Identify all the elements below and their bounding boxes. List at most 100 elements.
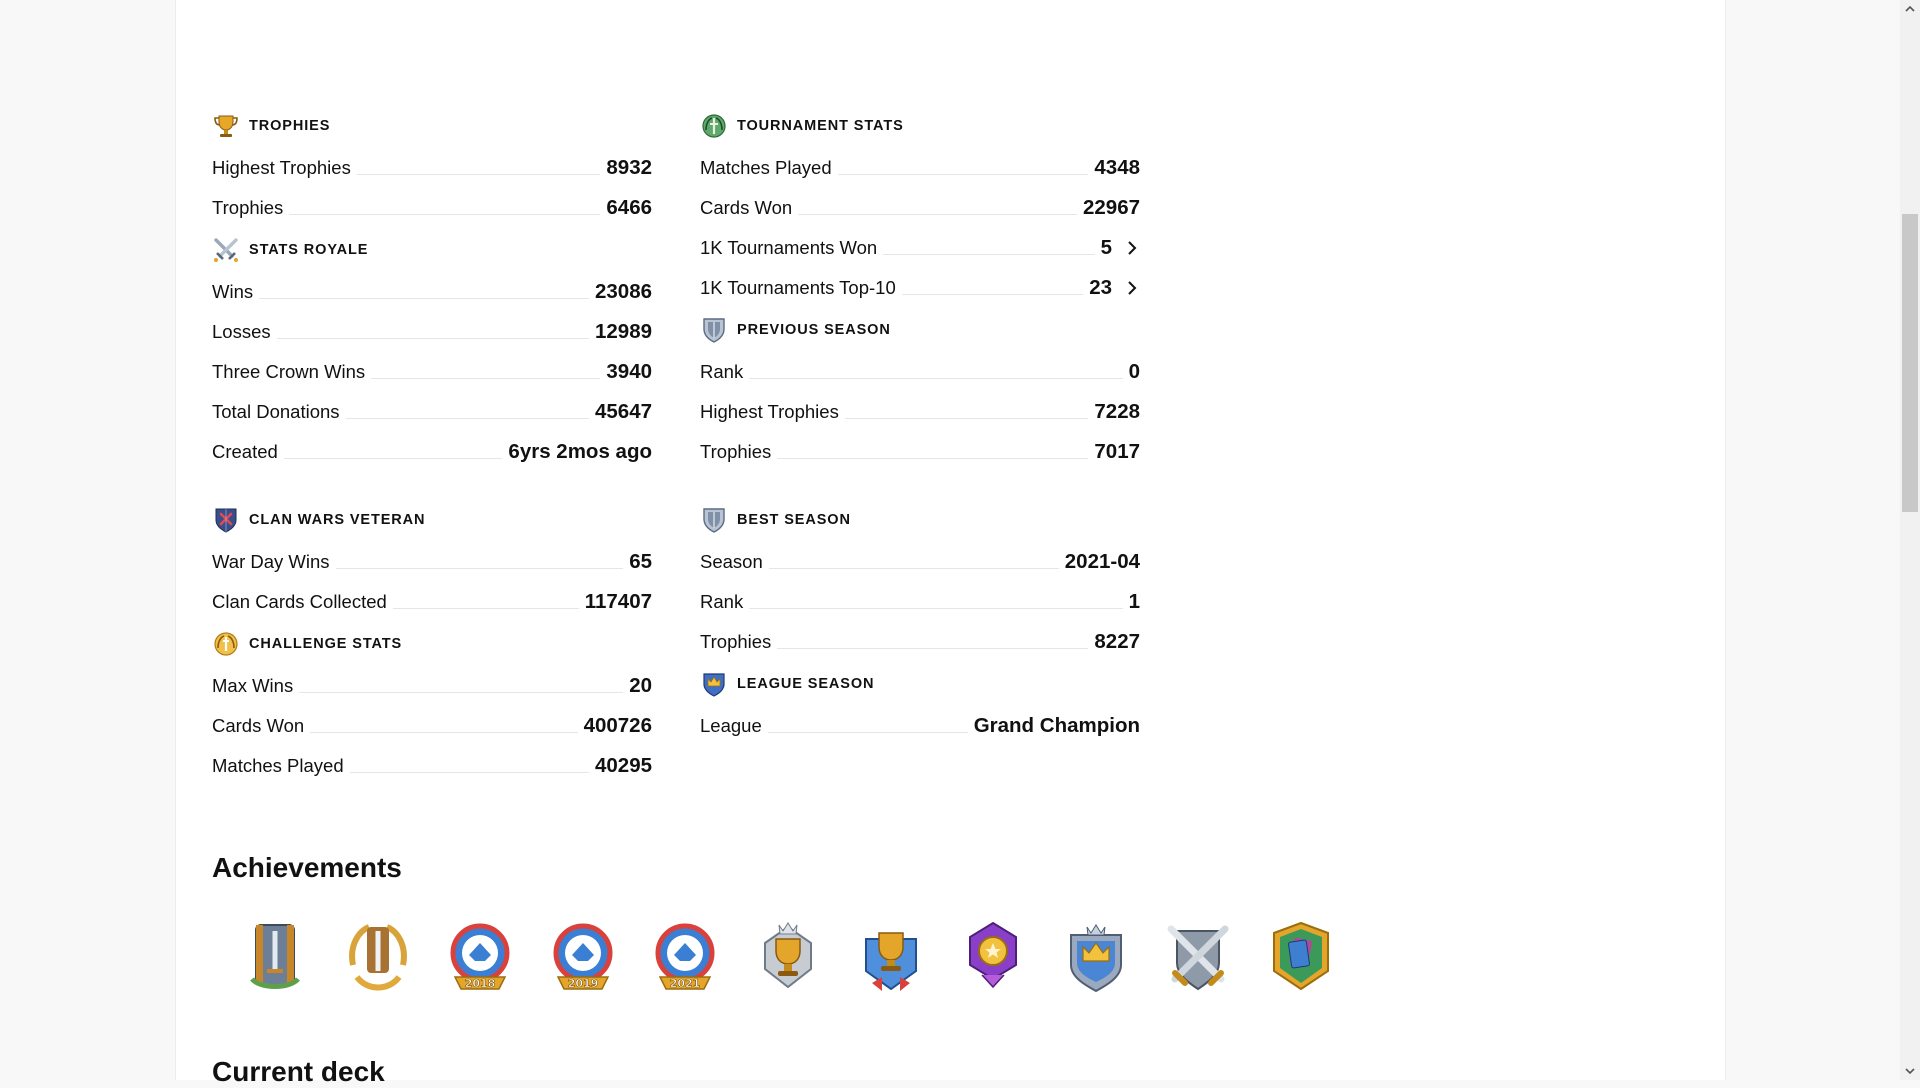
stat-value: 400726 xyxy=(583,714,652,737)
league-season-section: League Season League Grand Champion xyxy=(700,670,1140,744)
sword-laurel-gold-icon[interactable] xyxy=(339,917,417,997)
page-scrollbar[interactable] xyxy=(1900,0,1920,1080)
cards-gold-frame-icon[interactable] xyxy=(1262,917,1340,997)
stat-row-wins: Wins 23086 xyxy=(212,270,652,310)
stat-row-trophies: Trophies 6466 xyxy=(212,186,652,226)
leader-line xyxy=(767,732,968,733)
scroll-up-arrow-icon[interactable] xyxy=(1904,3,1916,15)
section-header: Trophies xyxy=(212,112,652,140)
challenge-laurel-icon xyxy=(212,630,240,658)
trophy-crown-silver-icon[interactable] xyxy=(749,917,827,997)
stat-row-three-crown-wins: Three Crown Wins 3940 xyxy=(212,350,652,390)
stat-row-clan-cards-collected: Clan Cards Collected 117407 xyxy=(212,580,652,620)
stat-label: War Day Wins xyxy=(212,551,330,572)
leader-line xyxy=(844,418,1089,419)
leader-line xyxy=(837,174,1089,175)
stat-value: 1 xyxy=(1128,590,1140,613)
section-header: League Season xyxy=(700,670,1140,698)
stat-row-cards-won: Cards Won 400726 xyxy=(212,704,652,744)
crl-badge-icon[interactable]: 2019 xyxy=(544,917,622,997)
stat-label: Matches Played xyxy=(212,755,344,776)
stat-value: 3940 xyxy=(606,360,652,383)
stat-label: Highest Trophies xyxy=(212,157,351,178)
section-header: Clan Wars Veteran xyxy=(212,506,652,534)
stat-label: Matches Played xyxy=(700,157,832,178)
stat-label: Losses xyxy=(212,321,271,342)
stat-value: 20 xyxy=(629,674,652,697)
challenge-stats-section: Challenge Stats Max Wins 20 Cards Won 400726… xyxy=(212,630,652,784)
stat-row-max-wins: Max Wins 20 xyxy=(212,664,652,704)
stats-royale-section: Stats Royale Wins 23086 Losses 12989 Three Cr… xyxy=(212,236,652,470)
current-deck-title: Current deck xyxy=(212,1056,385,1087)
stat-row-war-day-wins: War Day Wins 65 xyxy=(212,540,652,580)
stat-label: Clan Cards Collected xyxy=(212,591,387,612)
leader-line xyxy=(335,568,624,569)
stat-value: 8227 xyxy=(1094,630,1140,653)
stat-value[interactable]: 23 xyxy=(1089,276,1112,306)
stat-value: Grand Champion xyxy=(973,714,1140,737)
leader-line xyxy=(310,732,578,733)
season-shield-icon xyxy=(700,316,728,344)
tournament-laurel-icon xyxy=(700,112,728,140)
king-crown-shield-icon[interactable] xyxy=(1057,917,1135,997)
medal-purple-icon[interactable] xyxy=(954,917,1032,997)
profile-content-panel: Trophies Highest Trophies 8932 Trophies 6466… xyxy=(175,0,1726,1087)
sword-banner-green-icon[interactable] xyxy=(236,917,314,997)
trophy-blue-ribbon-icon[interactable] xyxy=(852,917,930,997)
stat-value: 7228 xyxy=(1094,400,1140,423)
section-title: Tournament Stats xyxy=(737,118,904,134)
stat-row-1k-tournaments-top-10[interactable]: 1K Tournaments Top-10 23 xyxy=(700,266,1140,306)
section-header: Challenge Stats xyxy=(212,630,652,658)
leader-line xyxy=(349,772,589,773)
stat-label: Wins xyxy=(212,281,254,302)
stat-value: 40295 xyxy=(594,754,652,777)
stat-value: 45647 xyxy=(594,400,652,423)
stat-label: Trophies xyxy=(212,197,284,218)
stat-value: 65 xyxy=(629,550,652,573)
stat-label: 1K Tournaments Top-10 xyxy=(700,277,896,298)
trophy-icon xyxy=(212,112,240,140)
crossed-swords-icon xyxy=(212,236,240,264)
leader-line xyxy=(777,648,1089,649)
stat-label: Rank xyxy=(700,361,744,382)
stat-value: 23086 xyxy=(594,280,652,303)
stat-row-season: Season 2021-04 xyxy=(700,540,1140,580)
stat-value: 12989 xyxy=(594,320,652,343)
scroll-thumb[interactable] xyxy=(1902,214,1918,512)
stat-row-highest-trophies: Highest Trophies 7228 xyxy=(700,390,1140,430)
leader-line xyxy=(901,294,1084,295)
stat-row-league: League Grand Champion xyxy=(700,704,1140,744)
stat-value: 0 xyxy=(1128,360,1140,383)
chevron-right-icon[interactable] xyxy=(1124,280,1140,296)
stat-value: 2021-04 xyxy=(1064,550,1140,573)
crl-badge-icon[interactable]: 2018 xyxy=(441,917,519,997)
clan-wars-veteran-section: Clan Wars Veteran War Day Wins 65 Clan Card… xyxy=(212,506,652,620)
stat-label: Cards Won xyxy=(700,197,793,218)
stat-value[interactable]: 5 xyxy=(1101,236,1112,266)
stat-label: Max Wins xyxy=(212,675,294,696)
scroll-down-arrow-icon[interactable] xyxy=(1904,1065,1916,1077)
crossed-swords-shield-icon[interactable] xyxy=(1159,917,1237,997)
stat-label: Season xyxy=(700,551,763,572)
chevron-right-icon[interactable] xyxy=(1124,240,1140,256)
leader-line xyxy=(345,418,589,419)
right-stats-column: Tournament Stats Matches Played 4348 Cards … xyxy=(700,112,1140,754)
stat-row-total-donations: Total Donations 45647 xyxy=(212,390,652,430)
stat-label: Trophies xyxy=(700,631,772,652)
section-title: Previous Season xyxy=(737,322,891,338)
stat-row-1k-tournaments-won[interactable]: 1K Tournaments Won 5 xyxy=(700,226,1140,266)
leader-line xyxy=(777,458,1089,459)
stat-label: Highest Trophies xyxy=(700,401,839,422)
stat-value: 6466 xyxy=(606,196,652,219)
svg-text:2018: 2018 xyxy=(465,977,496,990)
crl-badge-icon[interactable]: 2021 xyxy=(646,917,724,997)
previous-season-section: Previous Season Rank 0 Highest Trophies 7228… xyxy=(700,316,1140,470)
stat-label: Rank xyxy=(700,591,744,612)
stat-value: 117407 xyxy=(584,590,652,613)
leader-line xyxy=(299,692,624,693)
